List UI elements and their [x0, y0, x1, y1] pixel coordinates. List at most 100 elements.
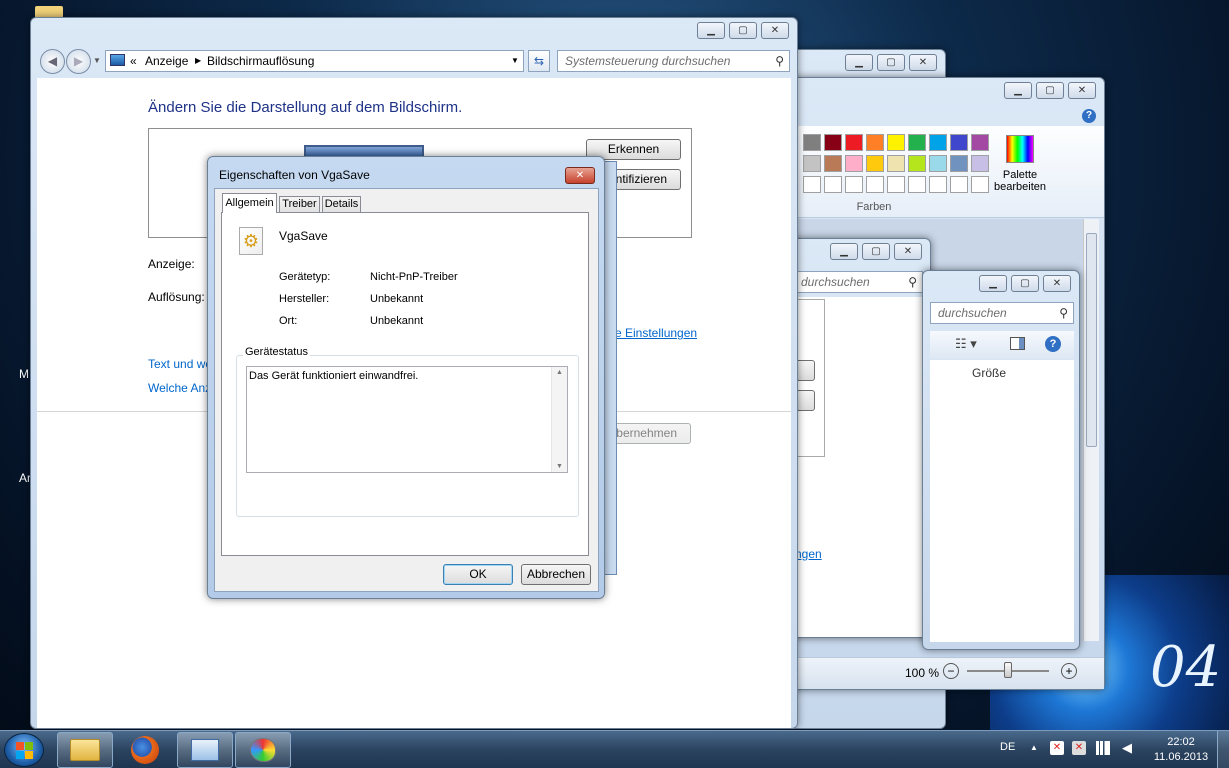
preview-pane-icon[interactable] — [1010, 337, 1025, 350]
color-swatch[interactable] — [803, 134, 821, 151]
history-dropdown-icon[interactable]: ▼ — [93, 56, 101, 65]
search-icon[interactable]: ⚲ — [908, 272, 917, 292]
search-input[interactable]: durchsuchen ⚲ — [930, 302, 1074, 324]
close-icon[interactable]: ✕ — [565, 167, 595, 184]
maximize-icon[interactable]: ▢ — [729, 22, 757, 39]
color-swatch[interactable] — [929, 155, 947, 172]
taskbar-paint-button[interactable] — [235, 732, 291, 768]
color-swatch[interactable] — [929, 134, 947, 151]
network-icon[interactable] — [1096, 741, 1110, 755]
color-swatch[interactable] — [845, 176, 863, 193]
action-center-icon[interactable]: ✕ — [1050, 741, 1064, 755]
color-swatch[interactable] — [971, 155, 989, 172]
color-swatch[interactable] — [887, 134, 905, 151]
color-swatch[interactable] — [803, 176, 821, 193]
apply-button[interactable]: bernehmen — [604, 423, 691, 444]
explorer-window[interactable]: ▁ ▢ ✕ durchsuchen ⚲ ☷ ▾ ? Größe — [922, 270, 1080, 650]
advanced-settings-link[interactable]: e Einstellungen — [615, 326, 697, 340]
minimize-icon[interactable]: ▁ — [845, 54, 873, 71]
settings-link[interactable]: ngen — [795, 547, 822, 561]
close-icon[interactable]: ✕ — [909, 54, 937, 71]
color-swatch[interactable] — [908, 176, 926, 193]
color-swatch[interactable] — [971, 176, 989, 193]
help-icon[interactable]: ? — [1045, 336, 1061, 352]
close-icon[interactable]: ✕ — [1068, 82, 1096, 99]
status-scrollbar[interactable]: ▲ ▼ — [551, 367, 567, 472]
search-icon[interactable]: ⚲ — [775, 51, 784, 71]
show-desktop-button[interactable] — [1217, 731, 1229, 768]
color-swatch[interactable] — [824, 134, 842, 151]
back-button[interactable]: ◀ — [40, 49, 65, 74]
tab-details[interactable]: Details — [322, 196, 361, 213]
zoom-slider-thumb[interactable] — [1004, 662, 1012, 678]
language-indicator[interactable]: DE — [1000, 741, 1015, 753]
text-size-link[interactable]: Text und we — [148, 357, 212, 371]
explorer-window[interactable]: ▁ ▢ ✕ durchsuchen ⚲ ngen — [787, 238, 931, 638]
color-swatch[interactable] — [971, 134, 989, 151]
search-input[interactable]: Systemsteuerung durchsuchen ⚲ — [557, 50, 790, 72]
close-icon[interactable]: ✕ — [894, 243, 922, 260]
file-list[interactable]: Größe — [930, 360, 1074, 642]
zoom-out-button[interactable]: − — [943, 663, 959, 679]
show-hidden-icons[interactable]: ▲ — [1030, 743, 1038, 752]
search-icon[interactable]: ⚲ — [1059, 303, 1068, 323]
color-swatch[interactable] — [866, 155, 884, 172]
color-swatch[interactable] — [824, 176, 842, 193]
vertical-scrollbar[interactable] — [1083, 219, 1099, 641]
forward-button[interactable]: ▶ — [66, 49, 91, 74]
minimize-icon[interactable]: ▁ — [830, 243, 858, 260]
address-bar[interactable]: « Anzeige ▶ Bildschirmauflösung ▼ — [105, 50, 524, 72]
color-swatch[interactable] — [845, 155, 863, 172]
color-swatch[interactable] — [908, 134, 926, 151]
color-swatch[interactable] — [950, 155, 968, 172]
color-swatch[interactable] — [866, 176, 884, 193]
edit-palette-label[interactable]: bearbeiten — [992, 181, 1048, 193]
maximize-icon[interactable]: ▢ — [877, 54, 905, 71]
scroll-down-icon[interactable]: ▼ — [556, 463, 563, 470]
tab-allgemein[interactable]: Allgemein — [222, 193, 277, 213]
breadcrumb-item[interactable]: Anzeige — [145, 51, 188, 71]
color-swatch[interactable] — [929, 176, 947, 193]
taskbar-control-panel-button[interactable] — [177, 732, 233, 768]
maximize-icon[interactable]: ▢ — [1011, 275, 1039, 292]
breadcrumb-item[interactable]: Bildschirmauflösung — [207, 51, 314, 71]
edit-palette-icon[interactable] — [1006, 135, 1034, 163]
breadcrumb-chevron-icon[interactable]: ▶ — [195, 51, 201, 71]
ok-button[interactable]: OK — [443, 564, 513, 585]
zoom-in-button[interactable]: + — [1061, 663, 1077, 679]
close-icon[interactable]: ✕ — [761, 22, 789, 39]
color-swatch[interactable] — [950, 134, 968, 151]
color-swatch[interactable] — [887, 155, 905, 172]
taskbar-firefox-button[interactable] — [117, 732, 173, 768]
color-swatch[interactable] — [803, 155, 821, 172]
start-button[interactable] — [4, 733, 44, 767]
properties-dialog[interactable]: Eigenschaften von VgaSave ✕ Allgemein Tr… — [207, 156, 605, 599]
color-swatch[interactable] — [950, 176, 968, 193]
maximize-icon[interactable]: ▢ — [862, 243, 890, 260]
clock-date[interactable]: 11.06.2013 — [1150, 751, 1212, 763]
minimize-icon[interactable]: ▁ — [1004, 82, 1032, 99]
volume-icon[interactable]: ◀ — [1122, 740, 1132, 756]
clock-time[interactable]: 22:02 — [1150, 736, 1212, 748]
cancel-button[interactable]: Abbrechen — [521, 564, 591, 585]
color-swatch[interactable] — [824, 155, 842, 172]
safely-remove-icon[interactable]: ✕ — [1072, 741, 1086, 755]
color-swatch[interactable] — [887, 176, 905, 193]
color-swatch[interactable] — [908, 155, 926, 172]
tab-treiber[interactable]: Treiber — [279, 196, 320, 213]
minimize-icon[interactable]: ▁ — [697, 22, 725, 39]
which-settings-link[interactable]: Welche Anz — [148, 381, 211, 395]
taskbar-explorer-button[interactable] — [57, 732, 113, 768]
view-options-icon[interactable]: ☷ ▾ — [955, 336, 977, 352]
scroll-up-icon[interactable]: ▲ — [556, 369, 563, 376]
breadcrumb-overflow[interactable]: « — [130, 51, 137, 71]
refresh-button[interactable]: ⇆ — [528, 50, 550, 72]
column-header-size[interactable]: Größe — [972, 366, 1006, 380]
close-icon[interactable]: ✕ — [1043, 275, 1071, 292]
edit-palette-label[interactable]: Palette — [994, 169, 1046, 181]
color-swatch[interactable] — [866, 134, 884, 151]
help-icon[interactable]: ? — [1082, 109, 1096, 123]
color-swatch[interactable] — [845, 134, 863, 151]
maximize-icon[interactable]: ▢ — [1036, 82, 1064, 99]
address-dropdown-icon[interactable]: ▼ — [511, 51, 519, 71]
